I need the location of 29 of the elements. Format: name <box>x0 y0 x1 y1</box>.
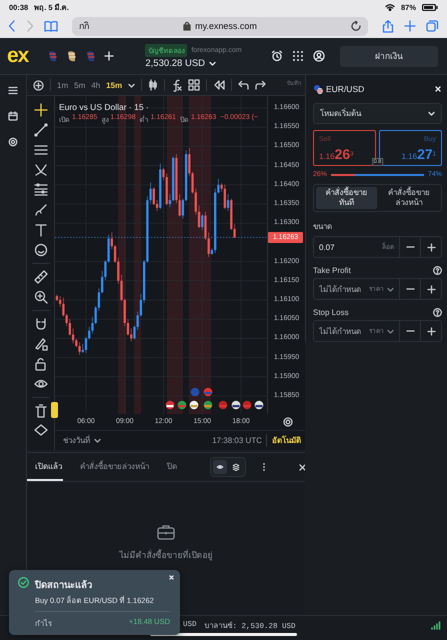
size-label: ขนาด <box>313 221 332 233</box>
symbol-name: EUR/USD <box>326 84 364 94</box>
url-text: my.exness.com <box>195 21 257 31</box>
account-balance[interactable]: 2,530.28 USD <box>145 58 206 68</box>
take-profit-label: Take Profit <box>313 266 351 275</box>
toast-title: ปิดสถานะแล้ว <box>35 579 93 592</box>
order-type-tab[interactable]: คำสั่งซื้อขาย ล่วงหน้า <box>378 187 439 209</box>
tab-hint: กกิ <box>79 20 89 33</box>
volume-input[interactable]: 0.07 <box>319 242 379 252</box>
stop-loss-label: Stop Loss <box>313 308 349 317</box>
empty-message: ไม่มีคำสั่งซื้อขายที่เปิดอยู่ <box>120 548 212 562</box>
timeframe-tab[interactable]: 4h <box>91 80 100 90</box>
timeframe-tab[interactable]: 1m <box>57 80 68 90</box>
orders-tab[interactable]: คำสั่งซื้อขายล่วงหน้า <box>79 453 150 481</box>
order-type-tab[interactable]: คำสั่งซื้อขาย ทันที <box>316 187 376 209</box>
date-range-button[interactable]: ช่วงวันที่ <box>63 434 90 447</box>
auto-scale-button[interactable]: อัตโนมัติ <box>266 434 301 447</box>
chart-clock: 17:38:03 UTC <box>212 436 262 445</box>
address-bar[interactable]: กกิ my.exness.com <box>72 16 368 36</box>
mode-dropdown[interactable]: โหมดเริ่มต้น <box>313 103 442 124</box>
orders-tab[interactable]: เปิดแล้ว <box>27 453 63 481</box>
logo: ex <box>7 44 28 68</box>
orders-tab[interactable]: ปิด <box>166 453 178 481</box>
buy-price: 1.1627$^{1}$ <box>402 146 436 162</box>
timeframe-tab[interactable]: 15m <box>106 80 122 90</box>
sell-price: 1.1626$^{3}$ <box>319 146 354 162</box>
chart-title: Euro vs US Dollar · 15 · <box>59 102 150 112</box>
deposit-button[interactable]: ฝากเงิน <box>340 46 438 66</box>
timeframe-tab[interactable]: 5m <box>74 80 86 90</box>
